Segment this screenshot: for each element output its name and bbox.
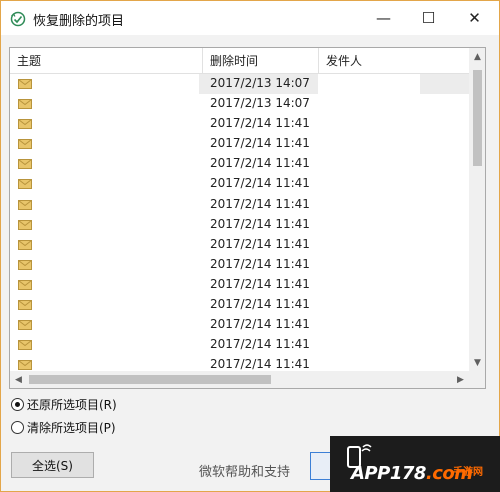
list-item[interactable]: 2017/2/13 14:07 xyxy=(10,94,469,114)
deleted-time: 2017/2/14 11:41 xyxy=(210,317,310,332)
title-bar[interactable]: 恢复删除的项目 — ☐ ✕ xyxy=(1,1,499,35)
scroll-up-icon[interactable]: ▲ xyxy=(469,48,485,65)
purge-radio[interactable] xyxy=(11,421,24,434)
deleted-time: 2017/2/14 11:41 xyxy=(210,216,310,231)
minimize-icon: — xyxy=(376,9,391,27)
recover-deleted-items-window: 恢复删除的项目 — ☐ ✕ 主题 删除时间 发件人 2017/2/13 14:0… xyxy=(0,0,500,492)
deleted-time: 2017/2/14 11:41 xyxy=(210,236,310,251)
column-header-sender[interactable]: 发件人 xyxy=(319,48,469,74)
purge-label: 清除所选项目(P) xyxy=(27,421,116,435)
watermark-subtitle: 手游网 xyxy=(453,467,483,478)
list-item[interactable]: 2017/2/14 11:41 xyxy=(10,215,469,235)
envelope-icon xyxy=(18,79,32,89)
select-all-button[interactable]: 全选(S) xyxy=(11,452,94,478)
list-item[interactable]: 2017/2/14 11:41 xyxy=(10,174,469,194)
minimize-button[interactable]: — xyxy=(361,1,406,35)
envelope-icon xyxy=(18,239,32,250)
envelope-icon xyxy=(18,219,32,230)
list-item[interactable]: 2017/2/13 14:07 xyxy=(10,74,469,95)
restore-option[interactable]: 还原所选项目(R) xyxy=(11,396,117,413)
envelope-icon xyxy=(18,119,32,130)
deleted-time: 2017/2/14 11:41 xyxy=(210,276,310,291)
envelope-icon xyxy=(18,279,32,290)
list-item[interactable]: 2017/2/14 11:41 xyxy=(10,275,469,295)
purge-option[interactable]: 清除所选项目(P) xyxy=(11,419,116,436)
recover-items-icon xyxy=(10,11,26,27)
deleted-time: 2017/2/14 11:41 xyxy=(210,116,310,131)
envelope-icon xyxy=(18,139,32,150)
close-button[interactable]: ✕ xyxy=(452,1,497,35)
list-item[interactable]: 2017/2/14 11:41 xyxy=(10,134,469,154)
window-title: 恢复删除的项目 xyxy=(33,14,125,29)
list-item[interactable]: 2017/2/14 11:41 xyxy=(10,295,469,315)
list-rows: 2017/2/13 14:07 2017/2/13 14:07 2017/2/1… xyxy=(10,74,469,375)
deleted-time: 2017/2/14 11:41 xyxy=(210,196,310,211)
restore-radio[interactable] xyxy=(11,398,24,411)
deleted-time: 2017/2/14 11:41 xyxy=(210,156,310,171)
scroll-down-icon[interactable]: ▼ xyxy=(469,354,485,371)
envelope-icon xyxy=(18,159,32,170)
deleted-time: 2017/2/14 11:41 xyxy=(210,297,310,312)
deleted-time: 2017/2/14 11:41 xyxy=(210,357,310,372)
help-link[interactable]: 微软帮助和支持 xyxy=(199,461,290,480)
envelope-icon xyxy=(18,360,32,371)
list-item[interactable]: 2017/2/14 11:41 xyxy=(10,335,469,355)
deleted-time: 2017/2/13 14:07 xyxy=(210,96,310,111)
deleted-time: 2017/2/13 14:07 xyxy=(210,76,310,90)
vertical-scroll-thumb[interactable] xyxy=(473,70,482,166)
column-header-subject[interactable]: 主题 xyxy=(10,48,203,74)
envelope-icon xyxy=(18,179,32,190)
maximize-icon: ☐ xyxy=(421,9,436,27)
list-item[interactable]: 2017/2/14 11:41 xyxy=(10,255,469,275)
deleted-time: 2017/2/14 11:41 xyxy=(210,176,310,191)
envelope-icon xyxy=(18,340,32,351)
ok-button[interactable] xyxy=(310,452,330,480)
list-item[interactable]: 2017/2/14 11:41 xyxy=(10,315,469,335)
list-header: 主题 删除时间 发件人 xyxy=(10,48,469,74)
close-icon: ✕ xyxy=(468,9,481,27)
scroll-left-icon[interactable]: ◀ xyxy=(10,371,27,388)
deleted-time: 2017/2/14 11:41 xyxy=(210,256,310,271)
envelope-icon xyxy=(18,320,32,331)
deleted-time: 2017/2/14 11:41 xyxy=(210,136,310,151)
scrollbar-corner xyxy=(469,371,485,388)
list-item[interactable]: 2017/2/14 11:41 xyxy=(10,195,469,215)
horizontal-scroll-thumb[interactable] xyxy=(29,375,271,384)
row-highlight xyxy=(420,74,469,94)
list-item[interactable]: 2017/2/14 11:41 xyxy=(10,235,469,255)
list-item[interactable]: 2017/2/14 11:41 xyxy=(10,154,469,174)
deleted-time: 2017/2/14 11:41 xyxy=(210,337,310,352)
list-item[interactable]: 2017/2/14 11:41 xyxy=(10,114,469,134)
envelope-icon xyxy=(18,199,32,210)
horizontal-scrollbar[interactable]: ◀ ▶ xyxy=(10,371,469,388)
watermark-brand-main: APP178 xyxy=(351,463,426,484)
column-header-deleted-time[interactable]: 删除时间 xyxy=(203,48,319,74)
restore-label: 还原所选项目(R) xyxy=(27,398,117,412)
envelope-icon xyxy=(18,300,32,311)
deleted-items-list[interactable]: 主题 删除时间 发件人 2017/2/13 14:07 2017/2/13 14… xyxy=(9,47,486,389)
envelope-icon xyxy=(18,99,32,110)
scroll-right-icon[interactable]: ▶ xyxy=(452,371,469,388)
envelope-icon xyxy=(18,259,32,270)
maximize-button[interactable]: ☐ xyxy=(406,1,451,35)
vertical-scrollbar[interactable]: ▲ ▼ xyxy=(469,48,485,371)
